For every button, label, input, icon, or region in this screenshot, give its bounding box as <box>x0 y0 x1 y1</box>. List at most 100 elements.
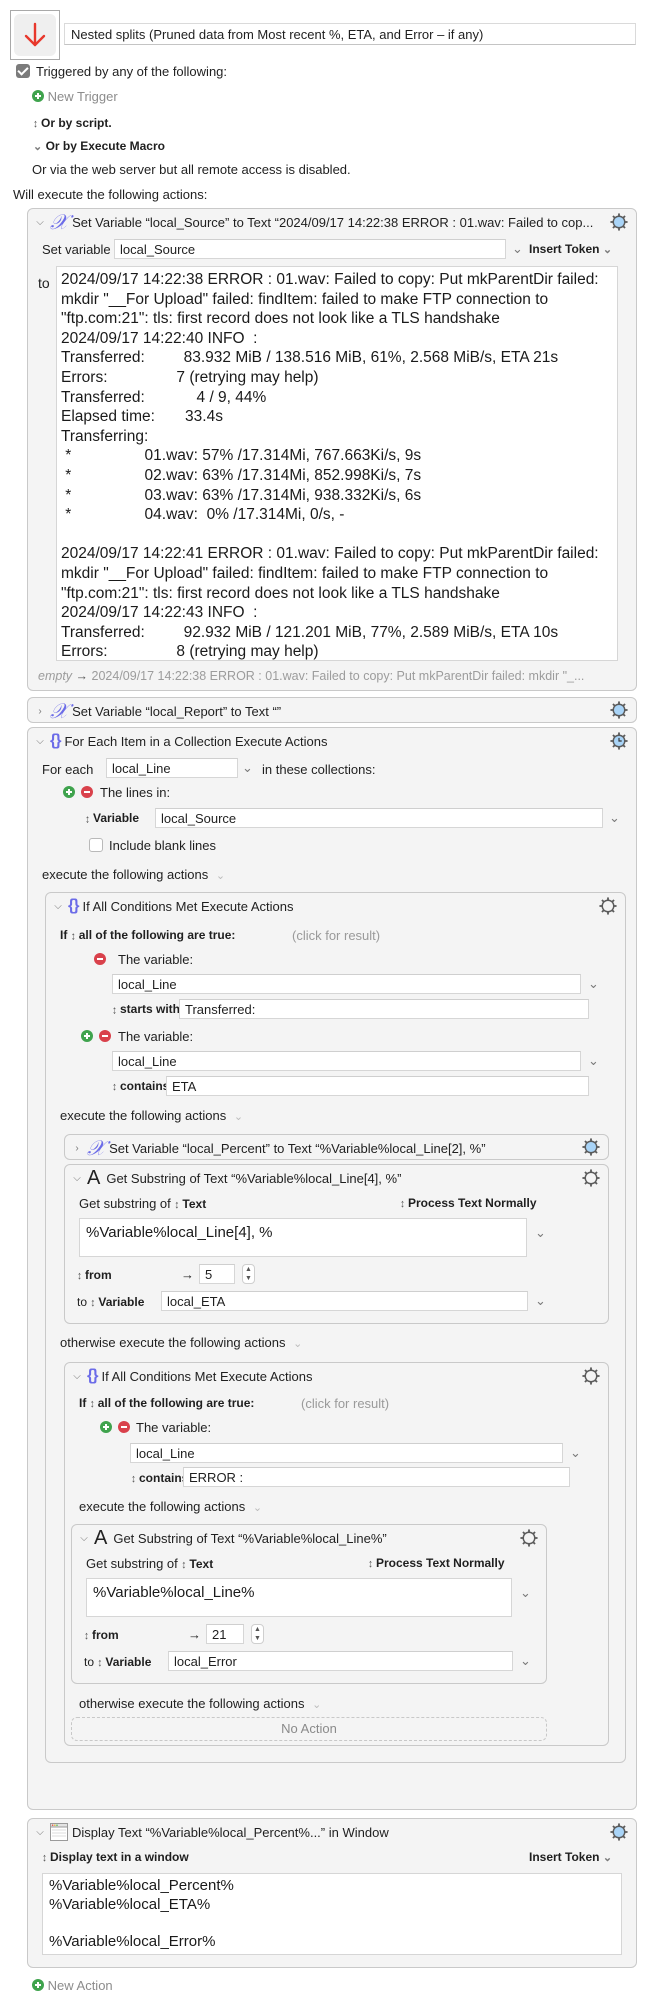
click-for-result[interactable]: (click for result) <box>292 928 380 943</box>
condition-variable-field[interactable]: local_Line <box>130 1443 563 1463</box>
condition-variable-dropdown-icon[interactable]: ⌄ <box>588 1053 599 1069</box>
action-header[interactable]: ⌵ {} If All Conditions Met Execute Actio… <box>46 893 625 919</box>
action-if-transferred[interactable]: ⌵ {} If All Conditions Met Execute Actio… <box>45 892 626 1763</box>
include-blank-checkbox[interactable] <box>89 838 103 852</box>
text-value-area[interactable]: 2024/09/17 14:22:38 ERROR : 01.wav: Fail… <box>56 266 618 661</box>
disclosure-expanded-icon[interactable]: ⌵ <box>71 1173 83 1184</box>
gear-icon[interactable] <box>582 1367 600 1385</box>
insert-token-menu[interactable]: Insert Token ⌄ <box>529 1850 612 1864</box>
substring-source-text[interactable]: %Variable%local_Line% <box>86 1578 512 1617</box>
condition-value-field[interactable]: Transferred: <box>179 999 589 1019</box>
gear-icon[interactable] <box>610 701 628 719</box>
include-blank-row[interactable]: Include blank lines <box>89 838 216 853</box>
text-dropdown-icon[interactable]: ⌄ <box>520 1585 531 1601</box>
new-action-button[interactable]: New Action <box>32 1978 113 1993</box>
condition-value-field[interactable]: ERROR : <box>183 1467 570 1487</box>
otherwise-actions-label[interactable]: otherwise execute the following actions … <box>79 1696 321 1711</box>
from-value-field[interactable]: 21 <box>206 1624 244 1644</box>
disclosure-expanded-icon[interactable]: ⌵ <box>52 901 64 912</box>
condition-operator-popup[interactable]: ↕ contains <box>131 1471 188 1486</box>
action-display-text[interactable]: ⌵ Display Text “%Variable%local_Percent%… <box>27 1818 637 1968</box>
condition-operator-popup[interactable]: ↕ starts with <box>112 1002 180 1017</box>
execute-actions-label[interactable]: execute the following actions ⌄ <box>79 1499 262 1514</box>
or-by-script-toggle[interactable]: ↕ Or by script. <box>33 116 112 131</box>
gear-icon[interactable] <box>610 213 628 231</box>
variable-name-field[interactable]: local_Source <box>114 239 506 259</box>
disclosure-collapsed-icon[interactable]: › <box>71 1143 83 1154</box>
gear-clock-icon[interactable] <box>610 732 628 750</box>
add-condition-icon[interactable] <box>100 1421 112 1433</box>
from-stepper[interactable]: ▲ ▼ <box>251 1624 264 1644</box>
action-header[interactable]: › 𝒳 Set Variable “local_Report” to Text … <box>28 698 636 724</box>
action-header[interactable]: ⌵ 𝒳 Set Variable “local_Source” to Text … <box>28 209 636 235</box>
source-type-popup[interactable]: ↕ Text <box>181 1557 213 1572</box>
condition-variable-field[interactable]: local_Line <box>112 974 581 994</box>
source-type-popup[interactable]: ↕ Text <box>174 1197 206 1212</box>
action-header[interactable]: ⌵ A Get Substring of Text “%Variable%loc… <box>65 1165 608 1191</box>
remove-condition-icon[interactable] <box>94 953 106 965</box>
or-by-execute-macro-toggle[interactable]: ⌄ Or by Execute Macro <box>33 139 165 153</box>
display-text-area[interactable]: %Variable%local_Percent% %Variable%local_… <box>42 1873 622 1955</box>
action-get-substring-error[interactable]: ⌵ A Get Substring of Text “%Variable%loc… <box>71 1524 547 1684</box>
triggered-checkbox[interactable] <box>16 64 30 78</box>
otherwise-actions-label[interactable]: otherwise execute the following actions … <box>60 1335 302 1350</box>
triggered-by-row[interactable]: Triggered by any of the following: <box>16 64 227 79</box>
source-variable-field[interactable]: local_Source <box>155 808 603 828</box>
condition-mode[interactable]: If ↕ all of the following are true: <box>60 928 235 943</box>
new-trigger-button[interactable]: New Trigger <box>32 89 118 104</box>
execute-actions-label[interactable]: execute the following actions ⌄ <box>60 1108 243 1123</box>
variable-dropdown-icon[interactable]: ⌄ <box>512 241 523 257</box>
execute-actions-label[interactable]: execute the following actions ⌄ <box>42 867 225 882</box>
text-dropdown-icon[interactable]: ⌄ <box>535 1225 546 1241</box>
to-type-popup[interactable]: ↕ Variable <box>97 1655 151 1670</box>
to-variable-field[interactable]: local_ETA <box>161 1291 528 1311</box>
source-variable-dropdown-icon[interactable]: ⌄ <box>609 810 620 826</box>
from-popup[interactable]: ↕ from <box>84 1628 119 1643</box>
gear-icon[interactable] <box>582 1169 600 1187</box>
condition-variable-field[interactable]: local_Line <box>112 1051 581 1071</box>
action-set-variable-source[interactable]: ⌵ 𝒳 Set Variable “local_Source” to Text … <box>27 208 637 691</box>
from-stepper[interactable]: ▲ ▼ <box>242 1264 255 1284</box>
gear-icon[interactable] <box>599 897 617 915</box>
action-for-each[interactable]: ⌵ {} For Each Item in a Collection Execu… <box>27 727 637 1810</box>
disclosure-expanded-icon[interactable]: ⌵ <box>34 736 46 747</box>
action-header[interactable]: ⌵ Display Text “%Variable%local_Percent%… <box>28 1819 636 1845</box>
disclosure-expanded-icon[interactable]: ⌵ <box>78 1533 90 1544</box>
source-type-popup[interactable]: ↕ Variable <box>85 811 139 826</box>
loop-variable-dropdown-icon[interactable]: ⌄ <box>242 760 253 776</box>
action-header[interactable]: ⌵ {} If All Conditions Met Execute Actio… <box>65 1363 608 1389</box>
condition-value-field[interactable]: ETA <box>166 1076 589 1096</box>
loop-variable-field[interactable]: local_Line <box>106 758 238 778</box>
add-condition-icon[interactable] <box>81 1030 93 1042</box>
condition-variable-dropdown-icon[interactable]: ⌄ <box>570 1445 581 1461</box>
macro-icon-well[interactable] <box>10 10 60 60</box>
condition-variable-dropdown-icon[interactable]: ⌄ <box>588 976 599 992</box>
gear-icon[interactable] <box>610 1823 628 1841</box>
from-value-field[interactable]: 5 <box>199 1264 235 1284</box>
condition-mode[interactable]: If ↕ all of the following are true: <box>79 1396 254 1411</box>
insert-token-menu[interactable]: Insert Token ⌄ <box>529 242 612 256</box>
gear-icon[interactable] <box>520 1529 538 1547</box>
disclosure-expanded-icon[interactable]: ⌵ <box>34 217 46 228</box>
to-variable-dropdown-icon[interactable]: ⌄ <box>535 1293 546 1309</box>
to-variable-field[interactable]: local_Error <box>168 1651 513 1671</box>
action-header[interactable]: ⌵ A Get Substring of Text “%Variable%loc… <box>72 1525 546 1551</box>
add-collection-icon[interactable] <box>63 786 75 798</box>
condition-operator-popup[interactable]: ↕ contains <box>112 1079 169 1094</box>
display-mode-popup[interactable]: ↕ Display text in a window <box>42 1850 189 1865</box>
substring-source-text[interactable]: %Variable%local_Line[4], % <box>79 1218 527 1257</box>
no-action-placeholder[interactable]: No Action <box>71 1717 547 1741</box>
from-popup[interactable]: ↕ from <box>77 1268 112 1283</box>
to-variable-dropdown-icon[interactable]: ⌄ <box>520 1653 531 1669</box>
disclosure-collapsed-icon[interactable]: › <box>34 706 46 717</box>
gear-icon[interactable] <box>582 1138 600 1156</box>
click-for-result[interactable]: (click for result) <box>301 1396 389 1411</box>
remove-condition-icon[interactable] <box>117 1421 130 1433</box>
disclosure-expanded-icon[interactable]: ⌵ <box>71 1371 83 1382</box>
action-get-substring-eta[interactable]: ⌵ A Get Substring of Text “%Variable%loc… <box>64 1164 609 1324</box>
disclosure-expanded-icon[interactable]: ⌵ <box>34 1827 46 1838</box>
action-header[interactable]: › 𝒳 Set Variable “local_Percent” to Text… <box>65 1135 608 1161</box>
action-header[interactable]: ⌵ {} For Each Item in a Collection Execu… <box>28 728 636 754</box>
remove-condition-icon[interactable] <box>98 1030 111 1042</box>
process-text-popup[interactable]: ↕ Process Text Normally <box>400 1196 537 1211</box>
